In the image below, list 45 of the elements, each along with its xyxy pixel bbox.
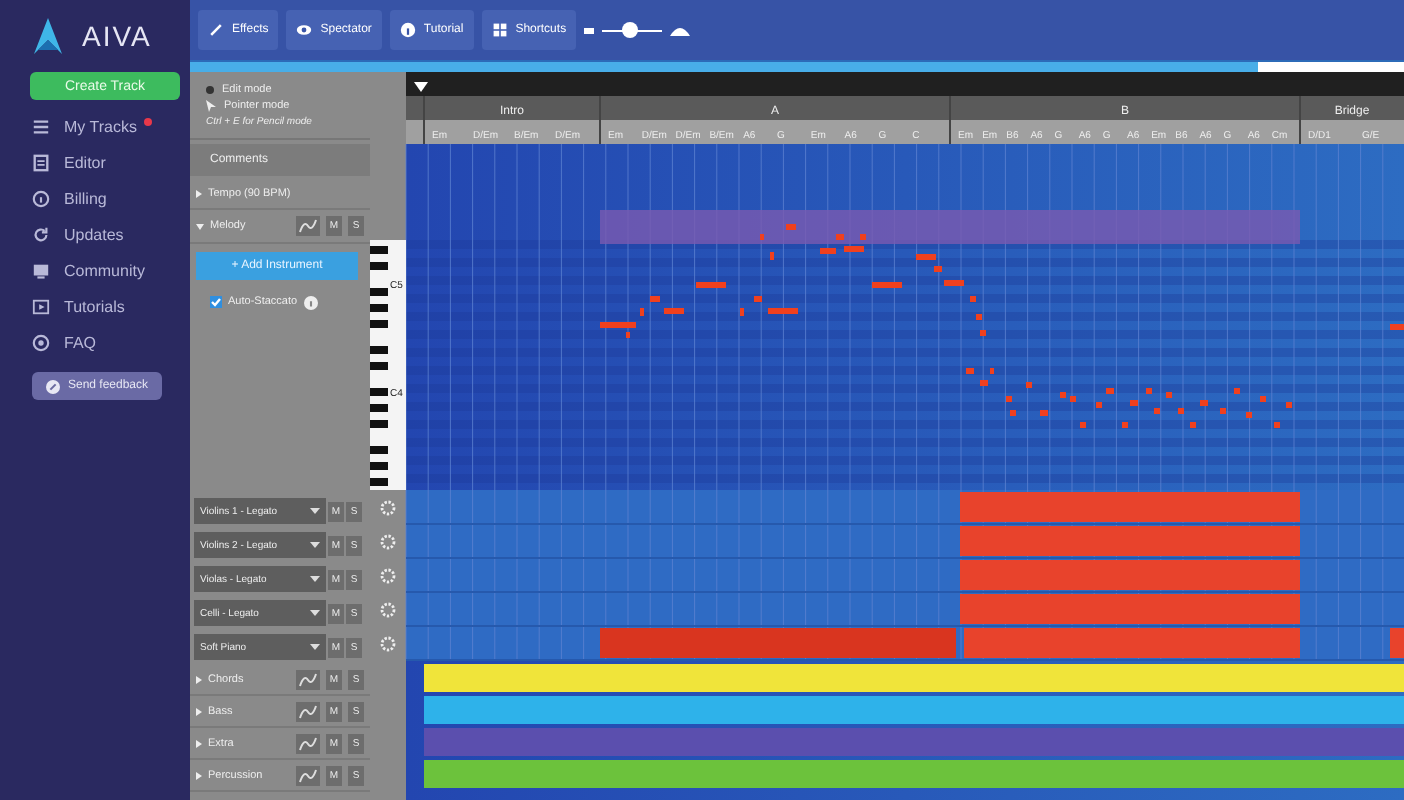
playhead-icon[interactable] <box>414 82 428 92</box>
info-icon <box>32 189 50 207</box>
list-icon <box>32 117 50 135</box>
monitor-icon <box>32 261 50 279</box>
track-region[interactable] <box>424 664 1404 692</box>
settings-icon[interactable] <box>380 568 396 584</box>
nav-item[interactable]: Tutorials <box>16 288 174 324</box>
nav-item[interactable]: Editor <box>16 144 174 180</box>
caret-icon <box>310 542 320 548</box>
settings-icon[interactable] <box>380 500 396 516</box>
pointer-icon <box>206 99 216 111</box>
caret-icon <box>310 508 320 514</box>
automation-icon[interactable] <box>296 701 320 721</box>
caret-icon <box>310 576 320 582</box>
caret-icon <box>310 644 320 650</box>
track-region[interactable] <box>424 760 1404 788</box>
eye-icon <box>296 22 313 38</box>
automation-icon[interactable] <box>296 669 320 689</box>
settings-icon[interactable] <box>380 602 396 618</box>
radio-icon <box>206 85 214 93</box>
automation-icon[interactable] <box>296 765 320 785</box>
nav-item[interactable]: Billing <box>16 180 174 216</box>
automation-icon[interactable] <box>296 733 320 753</box>
info-icon <box>399 22 416 38</box>
document-icon <box>32 153 50 171</box>
play-icon <box>32 297 50 315</box>
volume-low-icon <box>584 27 595 33</box>
nav-item[interactable]: Community <box>16 252 174 288</box>
automation-icon[interactable] <box>296 216 320 236</box>
caret-icon <box>310 610 320 616</box>
refresh-icon <box>32 225 50 243</box>
settings-icon[interactable] <box>380 636 396 652</box>
slider-thumb[interactable] <box>621 21 638 37</box>
grid-icon <box>491 22 508 38</box>
pencil-icon <box>208 22 224 38</box>
settings-icon[interactable] <box>380 534 396 550</box>
logo-text: AIVA <box>82 20 152 52</box>
track-region[interactable] <box>424 728 1404 756</box>
checkbox[interactable] <box>210 296 222 308</box>
volume-high-icon <box>670 24 691 36</box>
nav-item[interactable]: Updates <box>16 216 174 252</box>
nav-item[interactable]: FAQ <box>16 324 174 360</box>
pencil-icon <box>45 379 60 393</box>
track-region[interactable] <box>424 696 1404 724</box>
nav-item[interactable]: My Tracks <box>16 108 174 144</box>
